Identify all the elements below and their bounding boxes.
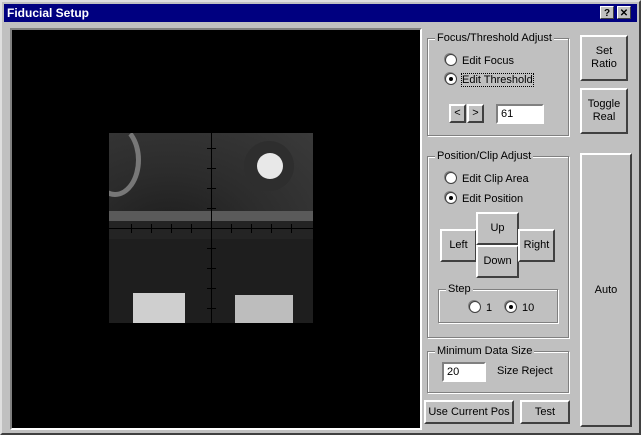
crosshair-tick <box>291 224 292 233</box>
radio-step-1-indicator <box>469 301 481 313</box>
toggle-real-button[interactable]: Toggle Real <box>580 88 628 134</box>
crosshair-vertical <box>211 133 212 323</box>
help-button[interactable]: ? <box>600 6 614 19</box>
move-right-button[interactable]: Right <box>518 229 555 262</box>
radio-edit-position[interactable]: Edit Position <box>445 192 523 205</box>
size-reject-label: Size Reject <box>497 365 553 377</box>
fiducial-dot <box>257 153 283 179</box>
threshold-increase-button[interactable]: > <box>467 104 484 123</box>
position-clip-group: Position/Clip Adjust Edit Clip Area Edit… <box>427 150 569 338</box>
radio-edit-threshold-label: Edit Threshold <box>461 73 534 87</box>
set-ratio-button[interactable]: Set Ratio <box>580 35 628 81</box>
crosshair-tick <box>207 168 216 169</box>
crosshair-tick <box>207 308 216 309</box>
focus-threshold-legend: Focus/Threshold Adjust <box>435 32 554 44</box>
radio-edit-position-label: Edit Position <box>462 193 524 205</box>
minimum-data-size-group: Minimum Data Size 20 Size Reject <box>427 345 569 393</box>
radio-edit-focus-label: Edit Focus <box>462 55 514 67</box>
crosshair-tick <box>207 188 216 189</box>
crosshair-tick <box>207 248 216 249</box>
radio-step-10-indicator <box>505 301 517 313</box>
pad-left <box>133 293 185 323</box>
radio-step-1[interactable]: 1 <box>469 301 492 314</box>
radio-edit-clip-area-indicator <box>445 172 457 184</box>
close-button[interactable]: ✕ <box>617 6 631 19</box>
radio-edit-focus-indicator <box>445 54 457 66</box>
toggle-real-label: Toggle Real <box>587 98 621 123</box>
radio-step-10-label: 10 <box>522 302 535 314</box>
radio-edit-threshold-indicator <box>445 73 457 85</box>
radio-step-10[interactable]: 10 <box>505 301 534 314</box>
move-left-button[interactable]: Left <box>440 229 477 262</box>
crosshair-tick <box>207 288 216 289</box>
set-ratio-label: Set Ratio <box>591 45 617 70</box>
title-bar[interactable]: Fiducial Setup ? ✕ <box>4 4 637 22</box>
focus-threshold-group: Focus/Threshold Adjust Edit Focus Edit T… <box>427 32 569 136</box>
crosshair-tick <box>191 224 192 233</box>
position-clip-legend: Position/Clip Adjust <box>435 150 534 162</box>
radio-edit-clip-area[interactable]: Edit Clip Area <box>445 172 529 185</box>
crosshair-tick <box>271 224 272 233</box>
crosshair-tick <box>251 224 252 233</box>
threshold-value-field[interactable]: 61 <box>496 104 544 124</box>
radio-edit-focus[interactable]: Edit Focus <box>445 54 514 67</box>
crosshair-tick <box>231 224 232 233</box>
pad-right <box>235 295 293 323</box>
radio-step-1-label: 1 <box>486 302 493 314</box>
crosshair-tick <box>131 224 132 233</box>
move-down-button[interactable]: Down <box>476 245 519 278</box>
auto-button[interactable]: Auto <box>580 153 632 427</box>
crosshair-tick <box>171 224 172 233</box>
use-current-pos-button[interactable]: Use Current Pos <box>424 400 514 424</box>
camera-viewport[interactable] <box>10 28 422 430</box>
radio-edit-position-indicator <box>445 192 457 204</box>
min-data-size-field[interactable]: 20 <box>442 362 486 382</box>
window-title: Fiducial Setup <box>7 6 90 20</box>
step-group: Step 1 10 <box>438 283 558 323</box>
radio-edit-clip-area-label: Edit Clip Area <box>462 173 529 185</box>
step-legend: Step <box>446 283 473 295</box>
radio-edit-threshold[interactable]: Edit Threshold <box>445 73 534 87</box>
crosshair-tick <box>151 224 152 233</box>
crosshair-tick <box>207 208 216 209</box>
test-button[interactable]: Test <box>520 400 570 424</box>
threshold-decrease-button[interactable]: < <box>449 104 466 123</box>
fiducial-setup-window: Fiducial Setup ? ✕ Focus/Threshold Adjus… <box>0 0 641 435</box>
minimum-data-size-legend: Minimum Data Size <box>435 345 535 357</box>
crosshair-tick <box>207 268 216 269</box>
crosshair-tick <box>207 148 216 149</box>
move-up-button[interactable]: Up <box>476 212 519 245</box>
